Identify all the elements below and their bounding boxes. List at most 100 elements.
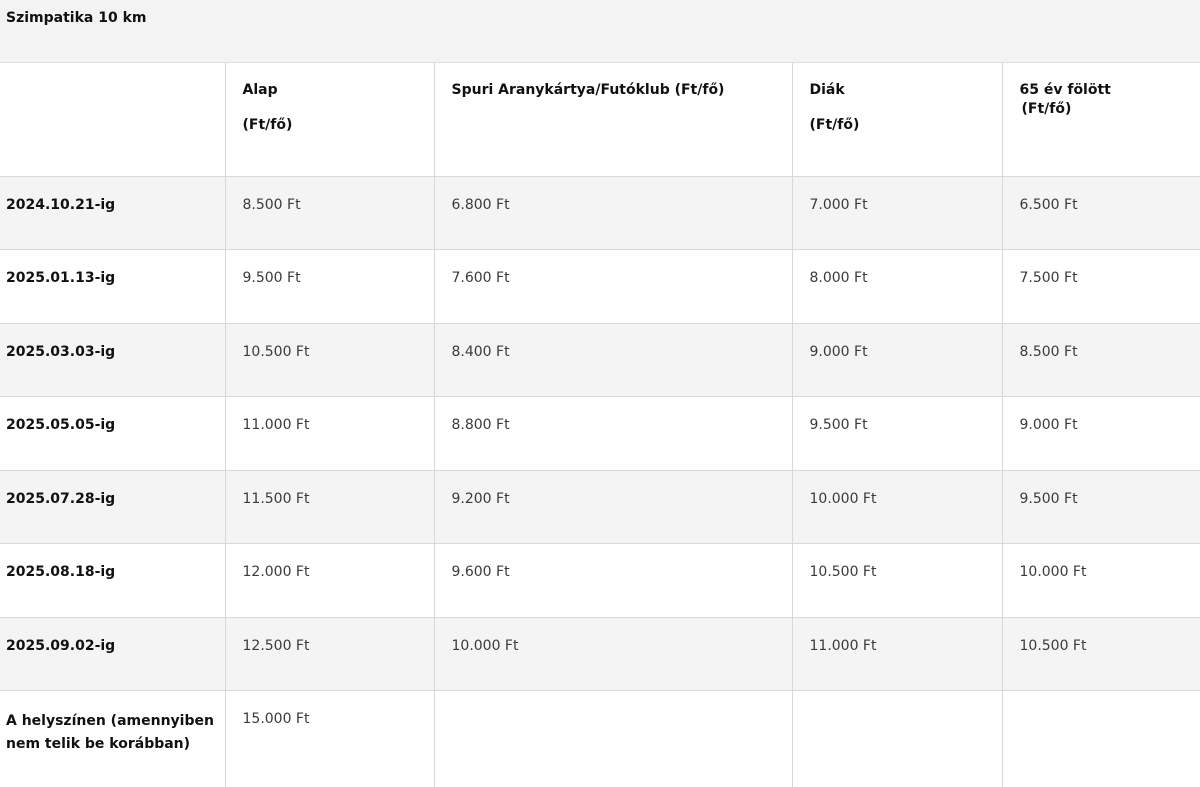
price-table: Alap (Ft/fő) Spuri Aranykártya/Futóklub … xyxy=(0,63,1200,787)
diak-price: 9.000 Ft xyxy=(810,344,1002,360)
header-spuri: Spuri Aranykártya/Futóklub (Ft/fő) xyxy=(434,63,792,176)
spuri-price: 8.800 Ft xyxy=(452,417,792,433)
diak-price: 10.000 Ft xyxy=(810,491,1002,507)
onsite-alap-price: 15.000 Ft xyxy=(243,711,434,727)
header-over65-title: 65 év fölött xyxy=(1020,82,1200,98)
table-row: 2025.03.03-ig 10.500 Ft 8.400 Ft 9.000 F… xyxy=(0,323,1200,397)
table-row-onsite: A helyszínen (amennyiben nem telik be ko… xyxy=(0,691,1200,787)
diak-cell: 9.000 Ft xyxy=(792,323,1002,397)
table-title: Szimpatika 10 km xyxy=(6,10,146,26)
alap-cell: 11.500 Ft xyxy=(225,470,434,544)
over65-price: 7.500 Ft xyxy=(1020,270,1200,286)
alap-price: 12.500 Ft xyxy=(243,638,434,654)
spuri-price: 9.200 Ft xyxy=(452,491,792,507)
table-row: 2025.05.05-ig 11.000 Ft 8.800 Ft 9.500 F… xyxy=(0,397,1200,471)
alap-price: 11.000 Ft xyxy=(243,417,434,433)
row-date-label: 2024.10.21-ig xyxy=(6,197,225,213)
diak-price: 11.000 Ft xyxy=(810,638,1002,654)
over65-cell: 6.500 Ft xyxy=(1002,176,1200,250)
diak-cell: 9.500 Ft xyxy=(792,397,1002,471)
over65-price: 9.500 Ft xyxy=(1020,491,1200,507)
alap-cell: 15.000 Ft xyxy=(225,691,434,787)
alap-price: 11.500 Ft xyxy=(243,491,434,507)
over65-cell: 8.500 Ft xyxy=(1002,323,1200,397)
diak-price: 9.500 Ft xyxy=(810,417,1002,433)
spuri-cell: 10.000 Ft xyxy=(434,617,792,691)
table-header-row: Alap (Ft/fő) Spuri Aranykártya/Futóklub … xyxy=(0,63,1200,176)
diak-price: 10.500 Ft xyxy=(810,564,1002,580)
spuri-cell: 7.600 Ft xyxy=(434,250,792,324)
row-label-cell: 2025.09.02-ig xyxy=(0,617,225,691)
row-date-label: 2025.01.13-ig xyxy=(6,270,225,286)
diak-cell: 10.000 Ft xyxy=(792,470,1002,544)
spuri-cell: 8.800 Ft xyxy=(434,397,792,471)
spuri-price: 10.000 Ft xyxy=(452,638,792,654)
alap-price: 12.000 Ft xyxy=(243,564,434,580)
spuri-price: 7.600 Ft xyxy=(452,270,792,286)
alap-cell: 10.500 Ft xyxy=(225,323,434,397)
over65-cell: 9.000 Ft xyxy=(1002,397,1200,471)
over65-price: 10.500 Ft xyxy=(1020,638,1200,654)
alap-cell: 9.500 Ft xyxy=(225,250,434,324)
row-label-cell: A helyszínen (amennyiben nem telik be ko… xyxy=(0,691,225,787)
over65-cell: 9.500 Ft xyxy=(1002,470,1200,544)
spuri-cell: 9.200 Ft xyxy=(434,470,792,544)
table-title-bar: Szimpatika 10 km xyxy=(0,0,1200,63)
header-alap-title: Alap xyxy=(243,82,434,98)
diak-cell: 7.000 Ft xyxy=(792,176,1002,250)
alap-cell: 11.000 Ft xyxy=(225,397,434,471)
row-label-cell: 2025.05.05-ig xyxy=(0,397,225,471)
row-label-cell: 2024.10.21-ig xyxy=(0,176,225,250)
over65-cell-empty xyxy=(1002,691,1200,787)
row-label-cell: 2025.03.03-ig xyxy=(0,323,225,397)
row-date-label: 2025.07.28-ig xyxy=(6,491,225,507)
alap-cell: 12.500 Ft xyxy=(225,617,434,691)
header-alap: Alap (Ft/fő) xyxy=(225,63,434,176)
over65-cell: 7.500 Ft xyxy=(1002,250,1200,324)
spuri-price: 8.400 Ft xyxy=(452,344,792,360)
diak-price: 8.000 Ft xyxy=(810,270,1002,286)
diak-cell: 11.000 Ft xyxy=(792,617,1002,691)
diak-cell: 10.500 Ft xyxy=(792,544,1002,618)
spuri-cell: 6.800 Ft xyxy=(434,176,792,250)
alap-price: 9.500 Ft xyxy=(243,270,434,286)
spuri-cell-empty xyxy=(434,691,792,787)
header-empty-cell xyxy=(0,63,225,176)
row-date-label: 2025.03.03-ig xyxy=(6,344,225,360)
onsite-label: A helyszínen (amennyiben nem telik be ko… xyxy=(6,710,216,756)
header-over65-unit: (Ft/fő) xyxy=(1022,101,1200,117)
spuri-cell: 9.600 Ft xyxy=(434,544,792,618)
table-row: 2025.09.02-ig 12.500 Ft 10.000 Ft 11.000… xyxy=(0,617,1200,691)
diak-cell-empty xyxy=(792,691,1002,787)
spuri-cell: 8.400 Ft xyxy=(434,323,792,397)
header-spuri-title: Spuri Aranykártya/Futóklub (Ft/fő) xyxy=(452,82,792,98)
table-row: 2025.01.13-ig 9.500 Ft 7.600 Ft 8.000 Ft… xyxy=(0,250,1200,324)
spuri-price: 6.800 Ft xyxy=(452,197,792,213)
table-row: 2025.07.28-ig 11.500 Ft 9.200 Ft 10.000 … xyxy=(0,470,1200,544)
header-over65: 65 év fölött (Ft/fő) xyxy=(1002,63,1200,176)
header-diak: Diák (Ft/fő) xyxy=(792,63,1002,176)
row-label-cell: 2025.01.13-ig xyxy=(0,250,225,324)
table-row: 2025.08.18-ig 12.000 Ft 9.600 Ft 10.500 … xyxy=(0,544,1200,618)
over65-price: 8.500 Ft xyxy=(1020,344,1200,360)
over65-price: 10.000 Ft xyxy=(1020,564,1200,580)
over65-price: 9.000 Ft xyxy=(1020,417,1200,433)
over65-cell: 10.000 Ft xyxy=(1002,544,1200,618)
row-date-label: 2025.08.18-ig xyxy=(6,564,225,580)
alap-cell: 12.000 Ft xyxy=(225,544,434,618)
row-date-label: 2025.09.02-ig xyxy=(6,638,225,654)
row-label-cell: 2025.07.28-ig xyxy=(0,470,225,544)
over65-cell: 10.500 Ft xyxy=(1002,617,1200,691)
table-row: 2024.10.21-ig 8.500 Ft 6.800 Ft 7.000 Ft… xyxy=(0,176,1200,250)
spuri-price: 9.600 Ft xyxy=(452,564,792,580)
over65-price: 6.500 Ft xyxy=(1020,197,1200,213)
row-label-cell: 2025.08.18-ig xyxy=(0,544,225,618)
alap-price: 8.500 Ft xyxy=(243,197,434,213)
alap-cell: 8.500 Ft xyxy=(225,176,434,250)
header-alap-unit: (Ft/fő) xyxy=(243,117,434,133)
header-diak-unit: (Ft/fő) xyxy=(810,117,1002,133)
diak-cell: 8.000 Ft xyxy=(792,250,1002,324)
header-diak-title: Diák xyxy=(810,82,1002,98)
diak-price: 7.000 Ft xyxy=(810,197,1002,213)
row-date-label: 2025.05.05-ig xyxy=(6,417,225,433)
